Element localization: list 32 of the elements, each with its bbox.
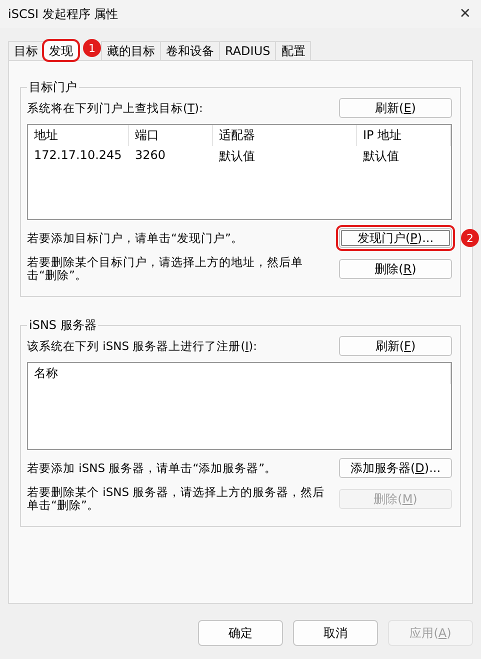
list-label: 系统将在下列门户上查找目标(T): [27, 102, 203, 114]
tab[interactable]: 目标 [8, 41, 44, 60]
portal-list[interactable]: 地址 端口 适配器 IP 地址 172.17.10.245 3260 默认值 默认值 [27, 124, 452, 220]
hint-text: 若要删除某个 iSNS 服务器，请选择上方的服务器，然后单击“删除”。 [27, 486, 326, 512]
window-title: iSCSI 发起程序 属性 [8, 6, 118, 22]
dialog-button[interactable]: 确定 [198, 620, 283, 646]
annotation-badge: 2 [461, 229, 479, 247]
annotation-badge: 1 [83, 39, 101, 57]
server-list[interactable]: 名称 [27, 362, 452, 450]
column-header[interactable]: 适配器 [213, 125, 357, 146]
hint-text: 若要添加目标门户，请单击“发现门户”。 [27, 232, 243, 244]
close-icon[interactable]: ✕ [459, 6, 471, 22]
action-button[interactable]: 删除(R) [339, 259, 452, 279]
column-header[interactable]: 地址 [28, 125, 129, 146]
refresh-button[interactable]: 刷新(E) [339, 98, 452, 118]
column-header[interactable]: IP 地址 [357, 125, 451, 146]
column-header[interactable]: 名称 [28, 363, 451, 384]
hint-text: 若要删除某个目标门户，请选择上方的地址，然后单击“删除”。 [27, 256, 304, 282]
tab[interactable]: 配置 [275, 41, 312, 60]
refresh-button[interactable]: 刷新(F) [339, 336, 452, 356]
dialog-button[interactable]: 取消 [293, 620, 378, 646]
tab[interactable]: 藏的目标 [101, 41, 161, 60]
column-header[interactable]: 端口 [129, 125, 213, 146]
hint-text: 若要添加 iSNS 服务器，请单击“添加服务器”。 [27, 462, 277, 474]
table-cell-text: 默认值 [218, 148, 256, 165]
list-label: 该系统在下列 iSNS 服务器上进行了注册(I): [27, 340, 257, 352]
table-cell-text: 默认值 [362, 148, 400, 165]
table-cell-text: 172.17.10.245 [33, 147, 123, 164]
group-title: 目标门户 [28, 79, 78, 96]
action-button[interactable]: 添加服务器(D)... [339, 458, 452, 478]
group-title: iSNS 服务器 [28, 317, 98, 334]
table-cell-text: 3260 [134, 147, 167, 164]
